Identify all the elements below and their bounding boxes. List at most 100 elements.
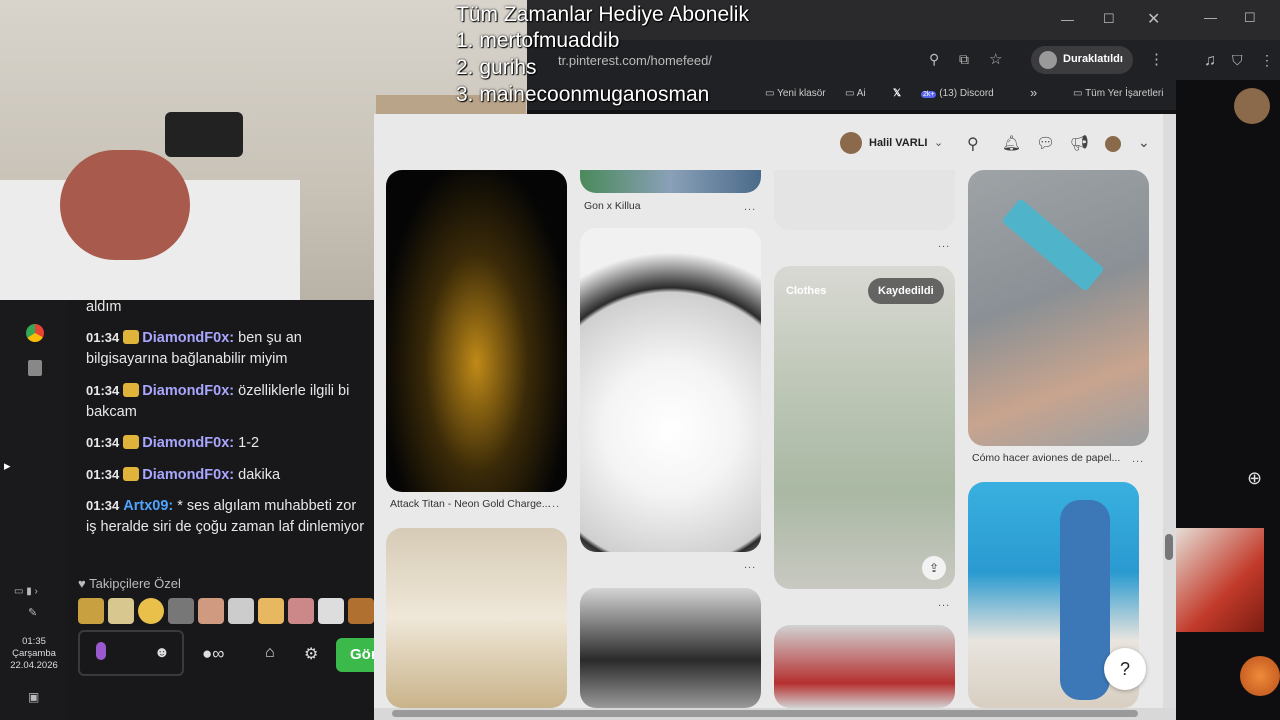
microphone-icon[interactable] xyxy=(96,642,106,660)
message-user[interactable]: DiamondF0x xyxy=(142,467,229,483)
emote-icon[interactable] xyxy=(348,598,374,624)
app-icon[interactable] xyxy=(28,360,42,376)
settings-gear-icon[interactable]: ⚙ xyxy=(304,644,318,664)
address-bar: tr.pinterest.com/homefeed/ ⚲ ⧉ ☆ Durakla… xyxy=(527,40,1176,80)
clock-date: 22.04.2026 xyxy=(10,660,58,671)
emote-icon[interactable] xyxy=(318,598,344,624)
maximize-icon[interactable]: ☐ xyxy=(1244,10,1256,26)
heart-icon: ♥ xyxy=(78,576,86,591)
emote-icon[interactable] xyxy=(198,598,224,624)
share-icon[interactable]: ⇪ xyxy=(922,556,946,580)
x-icon[interactable]: 𝕏 xyxy=(893,88,901,99)
profile-label: Duraklatıldı xyxy=(1063,53,1123,65)
more-options-icon[interactable]: ... xyxy=(744,201,756,213)
more-options-icon[interactable]: ... xyxy=(938,238,950,250)
browser-menu-icon[interactable]: ⋮ xyxy=(1149,50,1164,68)
bookmark-folder-new[interactable]: ▭ Yeni klasör xyxy=(765,88,826,99)
monkey-shape xyxy=(1060,500,1110,700)
message-user[interactable]: DiamondF0x xyxy=(142,383,229,399)
horizontal-scroll-thumb[interactable] xyxy=(392,710,1138,717)
pin-cleopatra[interactable] xyxy=(386,528,567,708)
close-icon[interactable]: ✕ xyxy=(1147,9,1160,29)
vertical-scrollbar[interactable] xyxy=(1163,114,1176,708)
pin-attack-titan[interactable] xyxy=(386,170,567,492)
pen-icon[interactable]: ✎ xyxy=(28,606,37,619)
pikachu-badge-icon xyxy=(123,330,140,344)
store-icon[interactable]: ⌂ xyxy=(265,644,275,662)
taskbar-clock[interactable]: 01:35 Çarşamba 22.04.2026 xyxy=(0,636,68,672)
streamer-face xyxy=(60,150,190,260)
more-options-icon[interactable]: ... xyxy=(1132,453,1144,465)
pin-luffy[interactable] xyxy=(580,228,761,552)
shield-icon[interactable]: ⛉ xyxy=(1232,52,1243,69)
chevron-down-icon[interactable]: ⌄ xyxy=(1138,134,1150,151)
chat-input[interactable]: ☻ xyxy=(78,630,184,676)
add-icon[interactable]: ⊕ xyxy=(1247,468,1262,489)
pin-green-dress[interactable]: Clothes Kaydedildi ⇪ xyxy=(774,266,955,589)
pin-gon-killua[interactable] xyxy=(580,170,761,193)
emote-icon[interactable] xyxy=(168,598,194,624)
message-time: 01:34 xyxy=(86,383,120,398)
fox-avatar[interactable] xyxy=(1240,656,1280,696)
notifications-bell-icon[interactable]: 🔔︎ xyxy=(1002,134,1021,152)
user-name[interactable]: Halil VARLI xyxy=(869,137,927,149)
profile-pill[interactable]: Duraklatıldı xyxy=(1031,46,1133,74)
pin-sports-car[interactable] xyxy=(580,588,761,708)
bits-icon[interactable]: ●∞ xyxy=(202,644,224,664)
pin-placeholder[interactable] xyxy=(774,170,955,230)
url-text[interactable]: tr.pinterest.com/homefeed/ xyxy=(558,53,712,68)
bookmark-star-icon[interactable]: ☆ xyxy=(989,50,1002,68)
emote-icon[interactable] xyxy=(138,598,164,624)
music-icon[interactable]: ♫ xyxy=(1204,52,1216,70)
bookmarks-overflow-icon[interactable]: » xyxy=(1030,85,1037,100)
notification-icon[interactable]: ▣ xyxy=(28,690,39,704)
search-icon[interactable]: ⚲ xyxy=(967,134,979,154)
more-options-icon[interactable]: ... xyxy=(938,597,950,609)
chat-message: 01:34 DiamondF0x: ben şu an bilgisayarına… xyxy=(86,330,302,367)
search-icon[interactable]: ⚲ xyxy=(929,51,939,68)
background-toolbar: ♫ ⛉ ⋮ xyxy=(1176,40,1280,80)
more-options-icon[interactable]: ... xyxy=(744,559,756,571)
more-options-icon[interactable]: ... xyxy=(548,498,560,510)
help-icon[interactable]: ? xyxy=(1104,648,1146,690)
chat-message-tail: aldım xyxy=(86,299,122,315)
emote-icon[interactable] xyxy=(258,598,284,624)
pin-caption[interactable]: Cómo hacer aviones de papel... xyxy=(972,452,1120,464)
emote-icon[interactable] xyxy=(288,598,314,624)
overlay-title: Tüm Zamanlar Hediye Abonelik xyxy=(456,3,749,26)
message-time: 01:34 xyxy=(86,435,120,450)
emote-icon[interactable] xyxy=(78,598,104,624)
updates-icon[interactable]: 📢︎ xyxy=(1070,134,1089,152)
install-icon[interactable]: ⧉ xyxy=(959,51,969,68)
board-name[interactable]: Clothes xyxy=(776,278,836,304)
tray-icons[interactable]: ▭ ▮ › xyxy=(14,586,38,597)
message-user[interactable]: DiamondF0x xyxy=(142,435,229,451)
pin-paper-plane[interactable] xyxy=(968,170,1149,446)
message-user[interactable]: DiamondF0x xyxy=(142,330,229,346)
overlay-rank-3: 3. mainecoonmuganosman xyxy=(456,83,710,106)
message-text: dakika xyxy=(238,467,281,483)
minimize-icon[interactable]: — xyxy=(1204,10,1217,25)
chevron-down-icon[interactable]: ⌄ xyxy=(934,136,943,149)
pin-caption[interactable]: Gon x Killua xyxy=(584,200,641,212)
message-user[interactable]: Artx09 xyxy=(123,498,168,514)
bookmark-all[interactable]: ▭ Tüm Yer İşaretleri xyxy=(1073,88,1163,99)
user-avatar[interactable] xyxy=(840,132,862,154)
minimize-icon[interactable]: — xyxy=(1061,12,1074,27)
emoji-icon[interactable]: ☻ xyxy=(154,644,170,661)
pin-red-dress[interactable] xyxy=(774,625,955,708)
profile-avatar[interactable] xyxy=(1105,136,1121,152)
more-icon[interactable]: ⋮ xyxy=(1260,52,1274,69)
vertical-scroll-thumb[interactable] xyxy=(1165,534,1173,560)
chrome-icon[interactable] xyxy=(26,324,44,342)
pin-caption[interactable]: Attack Titan - Neon Gold Charge... xyxy=(390,498,551,510)
emote-icon[interactable] xyxy=(228,598,254,624)
bookmark-folder-ai[interactable]: ▭ Ai xyxy=(845,88,866,99)
avatar[interactable] xyxy=(1234,88,1270,124)
maximize-icon[interactable]: ☐ xyxy=(1103,11,1115,27)
message-time: 01:34 xyxy=(86,467,120,482)
saved-button[interactable]: Kaydedildi xyxy=(868,278,944,304)
messages-icon[interactable]: 💬︎ xyxy=(1036,134,1055,152)
bookmark-discord[interactable]: 2k+ (13) Discord xyxy=(921,88,994,99)
emote-icon[interactable] xyxy=(108,598,134,624)
